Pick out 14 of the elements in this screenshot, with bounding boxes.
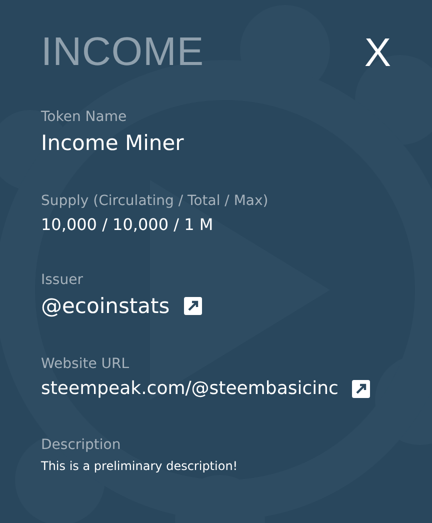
external-link-icon[interactable] (352, 380, 370, 398)
token-title: INCOME (41, 30, 204, 75)
field-label: Description (41, 437, 122, 453)
field-label: Supply (Circulating / Total / Max) (41, 193, 270, 209)
external-link-icon[interactable] (184, 297, 202, 315)
field-value: steempeak.com/@steembasicinc (41, 378, 338, 399)
close-button[interactable]: X (364, 32, 391, 72)
field-value: Income Miner (41, 131, 184, 155)
field-label: Website URL (41, 356, 130, 372)
field-value: This is a preliminary description! (41, 459, 238, 473)
field-label: Token Name (41, 109, 128, 125)
field-label: Issuer (41, 272, 84, 288)
field-value: @ecoinstats (41, 294, 170, 318)
field-value: 10,000 / 10,000 / 1 M (41, 215, 214, 234)
